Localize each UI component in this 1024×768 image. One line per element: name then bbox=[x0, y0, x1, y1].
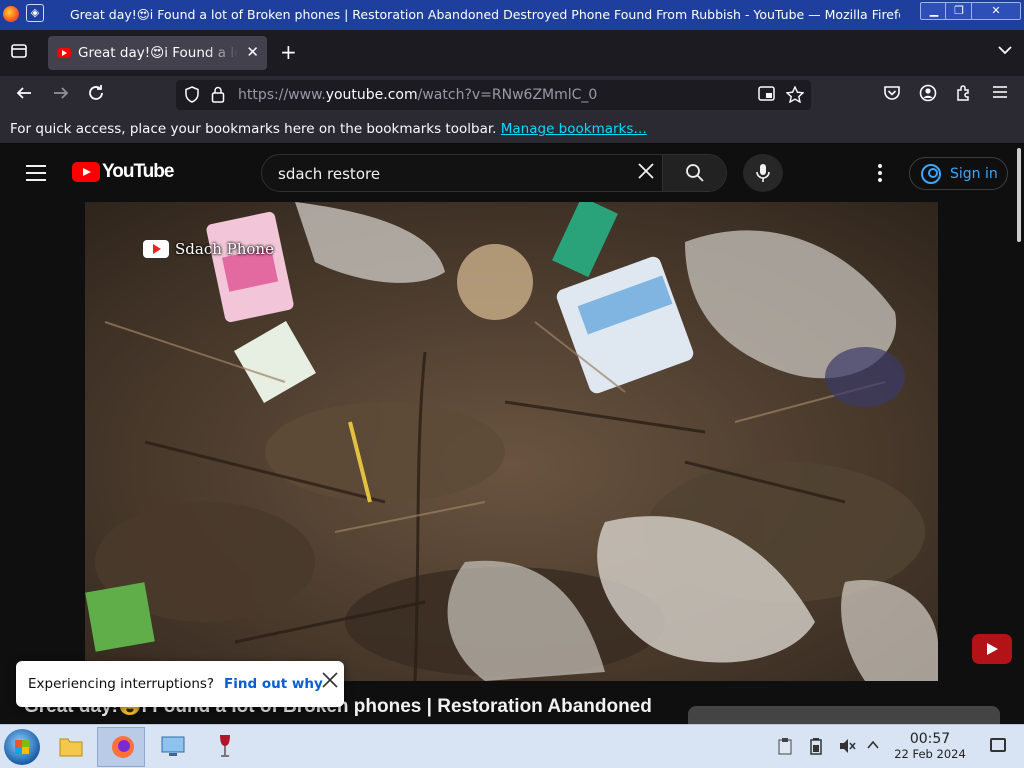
firefox-icon bbox=[3, 6, 19, 22]
battery-icon[interactable] bbox=[808, 737, 824, 759]
interruptions-toast: Experiencing interruptions? Find out why bbox=[16, 661, 344, 707]
os-taskbar: 00:57 22 Feb 2024 bbox=[0, 724, 1024, 768]
tab-title: Great day!😍i Found a lot of Broken phone… bbox=[78, 45, 238, 61]
maximize-button[interactable]: ❐ bbox=[945, 2, 973, 20]
clock-date: 22 Feb 2024 bbox=[894, 747, 966, 761]
reload-icon[interactable] bbox=[85, 84, 107, 107]
list-all-tabs-icon[interactable] bbox=[10, 42, 30, 62]
menu-icon[interactable] bbox=[989, 84, 1011, 104]
url-text[interactable]: https://www.youtube.com/watch?v=RNw6ZMml… bbox=[238, 87, 597, 103]
sign-in-button[interactable]: Sign in bbox=[909, 157, 1008, 190]
search-icon bbox=[686, 164, 704, 182]
manage-bookmarks-link[interactable]: Manage bookmarks… bbox=[501, 121, 647, 137]
search-box: sdach restore bbox=[261, 154, 727, 192]
close-icon[interactable]: ✕ bbox=[246, 44, 259, 60]
control-panel-icon bbox=[161, 736, 185, 756]
watermark-text: Sdach Phone bbox=[175, 240, 274, 258]
video-frame bbox=[85, 202, 938, 681]
search-input[interactable]: sdach restore bbox=[278, 165, 380, 183]
page-scrollbar[interactable] bbox=[1014, 144, 1024, 724]
forward-arrow-icon[interactable] bbox=[50, 84, 72, 107]
start-button[interactable] bbox=[4, 729, 40, 765]
clock-time: 00:57 bbox=[909, 731, 951, 747]
close-window-button[interactable]: ✕ bbox=[971, 2, 1021, 20]
tab-youtube[interactable]: Great day!😍i Found a lot of Broken phone… bbox=[48, 36, 267, 70]
toast-message: Experiencing interruptions? bbox=[28, 676, 215, 692]
navigation-toolbar: https://www.youtube.com/watch?v=RNw6ZMml… bbox=[0, 76, 1024, 114]
taskbar-wine[interactable] bbox=[200, 727, 248, 767]
sign-in-label: Sign in bbox=[950, 166, 998, 182]
search-button[interactable] bbox=[662, 155, 726, 191]
taskbar-clock[interactable]: 00:57 22 Feb 2024 bbox=[892, 731, 968, 761]
url-bar[interactable]: https://www.youtube.com/watch?v=RNw6ZMml… bbox=[176, 80, 811, 110]
youtube-play-icon bbox=[72, 162, 100, 182]
show-desktop-icon[interactable] bbox=[990, 738, 1006, 752]
lock-icon[interactable] bbox=[211, 86, 225, 107]
account-icon[interactable] bbox=[917, 84, 939, 107]
back-arrow-icon[interactable] bbox=[13, 84, 35, 107]
picture-in-picture-icon[interactable] bbox=[758, 86, 775, 105]
bookmarks-message: For quick access, place your bookmarks h… bbox=[10, 121, 497, 137]
bookmarks-toolbar: For quick access, place your bookmarks h… bbox=[0, 114, 1024, 144]
window-menu-icon[interactable]: ◈ bbox=[26, 4, 44, 22]
kebab-icon[interactable] bbox=[878, 164, 884, 185]
hamburger-icon[interactable] bbox=[26, 165, 46, 181]
youtube-watermark-icon bbox=[143, 240, 169, 258]
taskbar-firefox[interactable] bbox=[97, 727, 145, 767]
star-icon[interactable] bbox=[785, 85, 805, 107]
minimize-button[interactable]: ▁ bbox=[920, 2, 948, 20]
related-video-thumbnail[interactable] bbox=[688, 706, 1000, 724]
user-icon bbox=[921, 164, 941, 184]
clipboard-icon[interactable] bbox=[777, 737, 793, 759]
folder-icon bbox=[59, 738, 83, 757]
chevron-up-icon[interactable] bbox=[866, 737, 880, 756]
firefox-icon bbox=[112, 736, 134, 758]
pocket-icon[interactable] bbox=[881, 84, 903, 107]
video-player[interactable]: Sdach Phone bbox=[85, 202, 938, 681]
window-titlebar: ◈ Great day!😍i Found a lot of Broken pho… bbox=[0, 0, 1024, 30]
volume-muted-icon[interactable] bbox=[838, 737, 856, 759]
extensions-icon[interactable] bbox=[953, 84, 975, 107]
window-title: Great day!😍i Found a lot of Broken phone… bbox=[70, 7, 900, 22]
plus-icon[interactable]: + bbox=[280, 42, 297, 62]
youtube-mini-icon[interactable] bbox=[972, 634, 1012, 664]
taskbar-file-manager[interactable] bbox=[46, 727, 94, 767]
taskbar-control-panel[interactable] bbox=[148, 727, 196, 767]
youtube-logo-text: YouTube bbox=[102, 161, 174, 182]
youtube-favicon bbox=[57, 48, 71, 58]
youtube-logo[interactable]: YouTube bbox=[72, 161, 174, 183]
shield-icon[interactable] bbox=[184, 86, 200, 107]
voice-search-button[interactable] bbox=[743, 154, 783, 192]
find-out-why-link[interactable]: Find out why bbox=[224, 676, 323, 692]
clear-search-icon[interactable] bbox=[636, 161, 656, 187]
youtube-header: YouTube sdach restore Sign in bbox=[0, 144, 1014, 202]
mic-icon bbox=[756, 164, 770, 182]
chevron-down-icon[interactable] bbox=[998, 44, 1012, 59]
channel-watermark: Sdach Phone bbox=[143, 240, 274, 258]
close-icon[interactable] bbox=[321, 671, 339, 695]
tab-strip: Great day!😍i Found a lot of Broken phone… bbox=[0, 30, 1024, 76]
scrollbar-thumb[interactable] bbox=[1017, 148, 1021, 242]
wine-glass-icon bbox=[220, 735, 230, 757]
